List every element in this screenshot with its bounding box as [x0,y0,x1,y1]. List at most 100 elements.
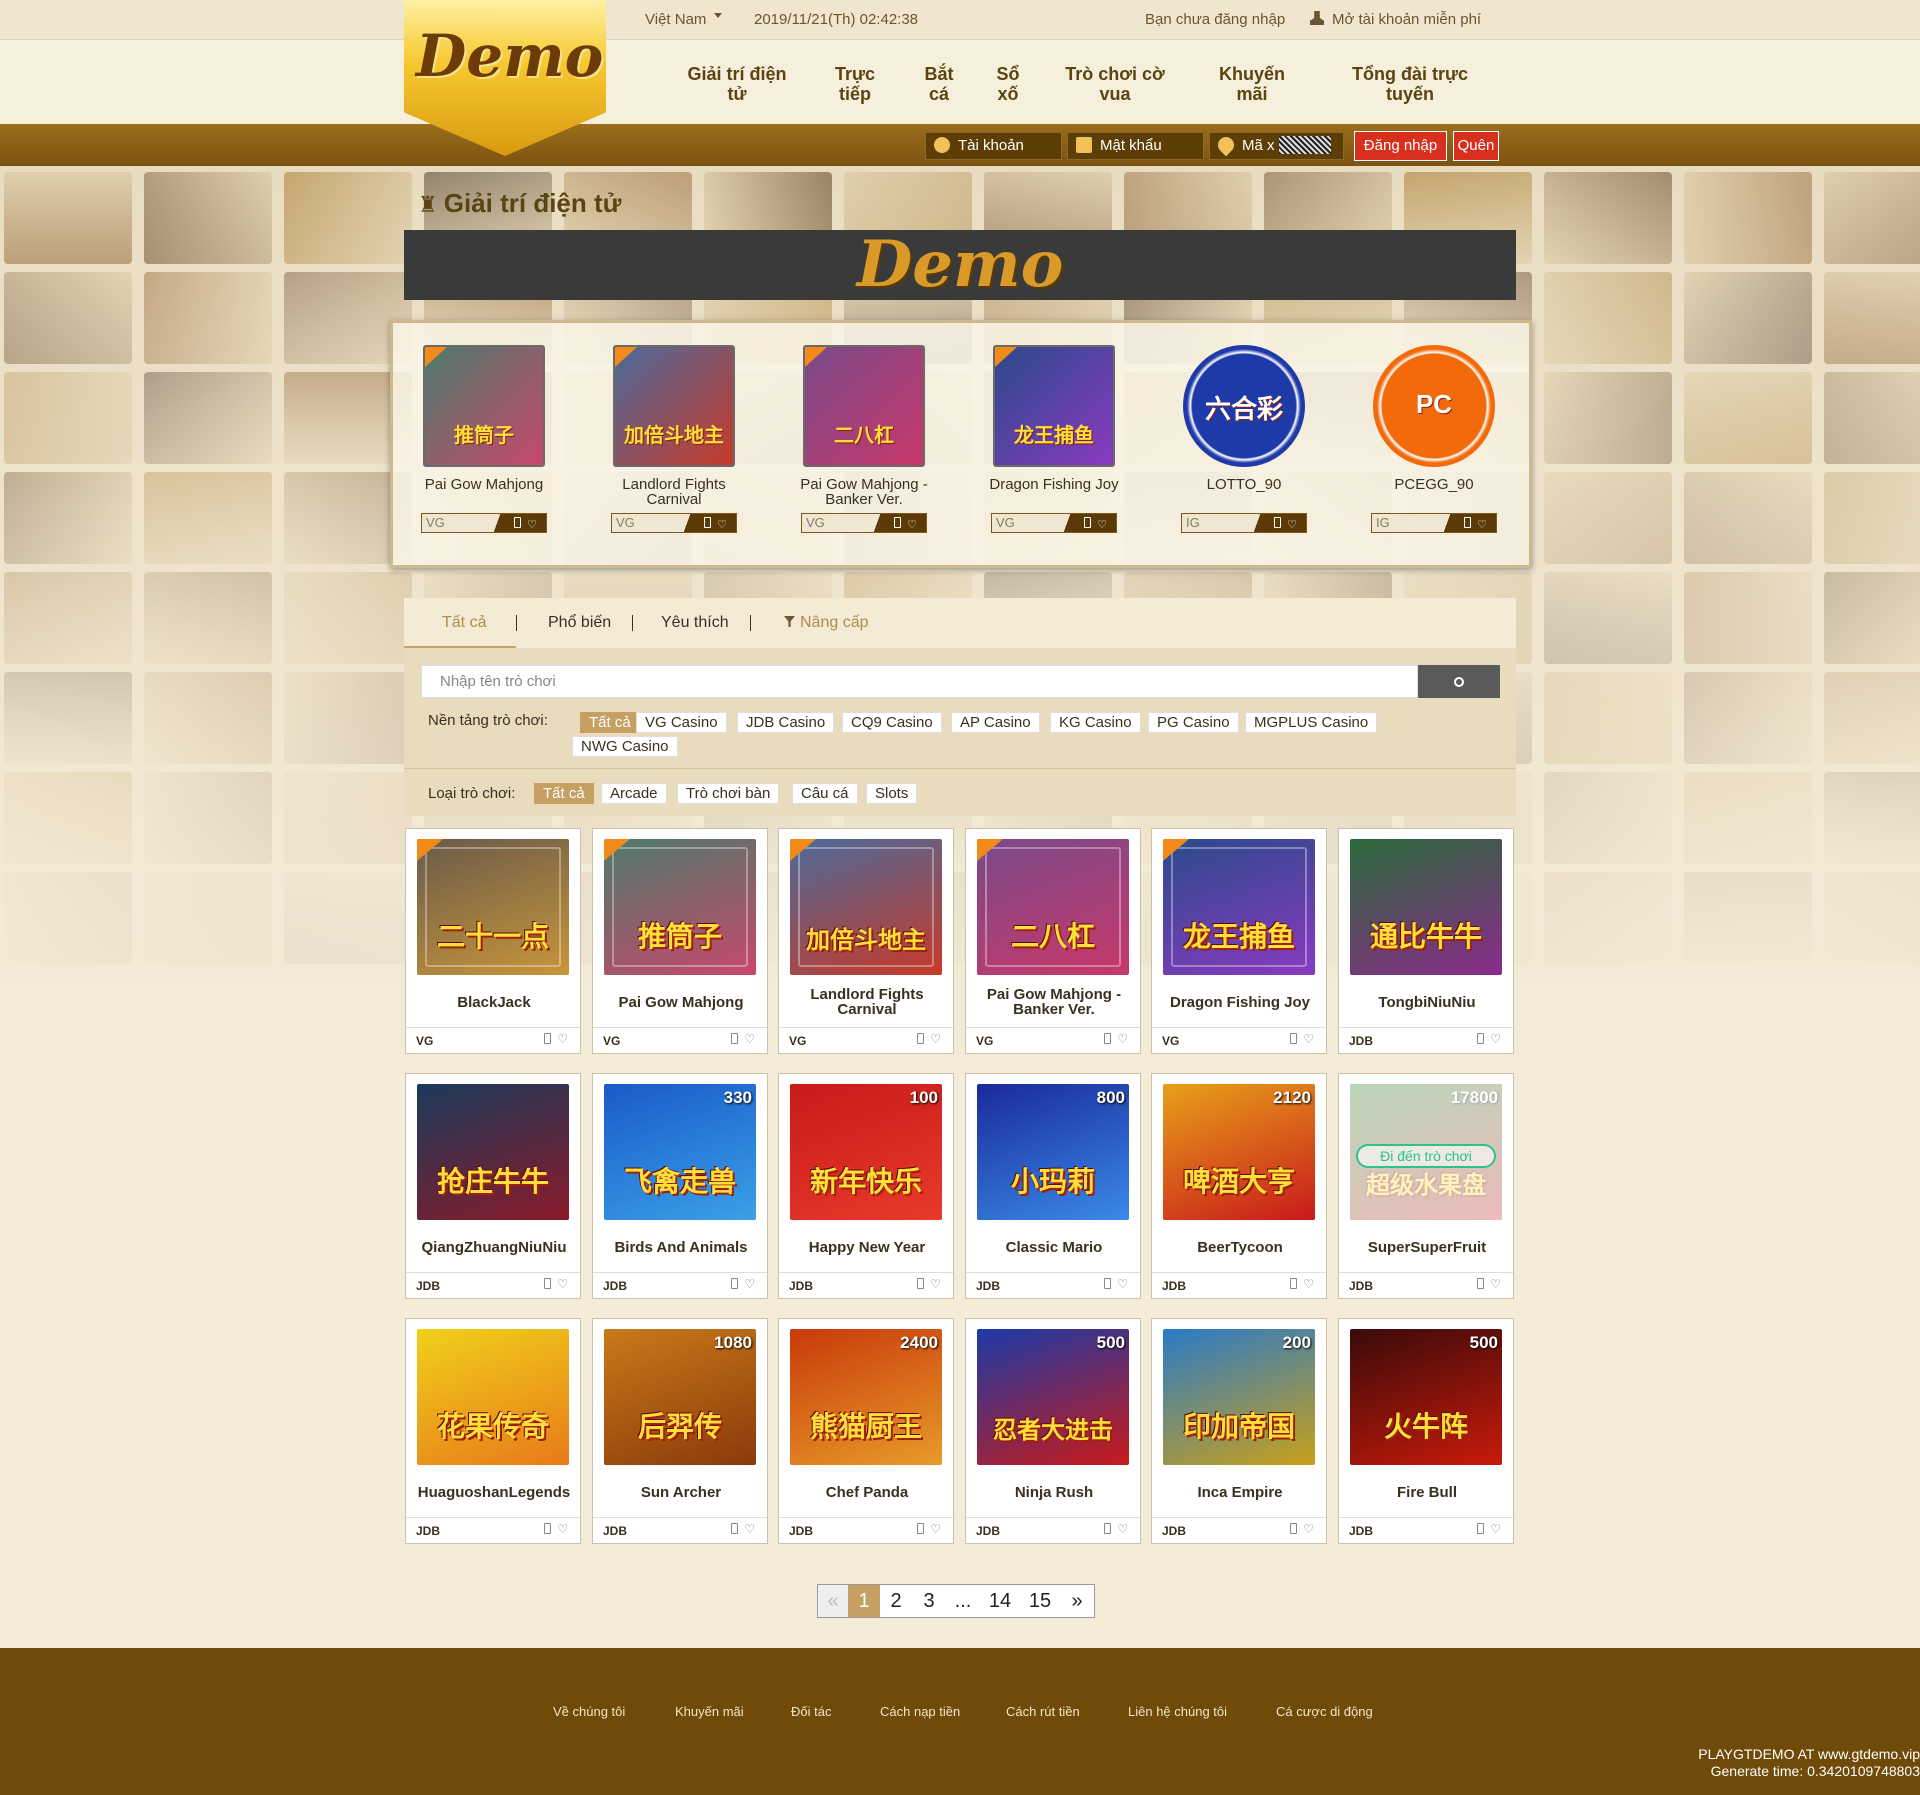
mobile-icon[interactable] [731,1278,739,1289]
heart-icon[interactable]: ♡ [557,1032,572,1046]
heart-icon[interactable]: ♡ [1303,1032,1318,1046]
featured-game[interactable]: 加倍斗地主 Landlord Fights Carnival VG ♡ [599,345,749,533]
game-card[interactable]: 通比牛牛 TongbiNiuNiu JDB ♡ [1338,828,1514,1054]
mobile-icon[interactable] [1084,517,1092,528]
mobile-icon[interactable] [917,1033,925,1044]
heart-icon[interactable]: ♡ [744,1522,759,1536]
nav-item-promotions[interactable]: Khuyến mãi [1214,64,1290,104]
page-link[interactable]: 3 [912,1585,946,1617]
featured-game[interactable]: 六合彩 LOTTO_90 IG ♡ [1169,345,1319,533]
nav-item-lottery[interactable]: Sổ xố [990,64,1026,104]
game-card[interactable]: 二十一点 BlackJack VG ♡ [405,828,581,1054]
type-chip[interactable]: Slots [866,783,918,804]
prev-page[interactable]: « [818,1585,848,1617]
mobile-icon[interactable] [704,517,712,528]
footer-link[interactable]: Cách nạp tiền [880,1704,960,1719]
heart-icon[interactable]: ♡ [744,1277,759,1291]
game-thumbnail[interactable]: 忍者大进击 500 [977,1329,1129,1465]
platform-chip[interactable]: NWG Casino [572,736,678,757]
page-link[interactable]: 14 [980,1585,1020,1617]
tab-upgrade[interactable]: Nâng cấp [784,614,869,632]
mobile-icon[interactable] [731,1033,739,1044]
type-chip[interactable]: Arcade [601,783,667,804]
game-thumbnail[interactable]: 通比牛牛 [1350,839,1502,975]
nav-item-support[interactable]: Tổng đài trực tuyến [1340,64,1480,104]
platform-chip[interactable]: AP Casino [951,712,1040,733]
mobile-icon[interactable] [1290,1278,1298,1289]
platform-chip[interactable]: PG Casino [1148,712,1239,733]
mobile-icon[interactable] [1104,1278,1112,1289]
game-thumbnail[interactable]: 新年快乐 100 [790,1084,942,1220]
game-thumbnail[interactable]: 六合彩 [1183,345,1305,467]
platform-chip[interactable]: VG Casino [636,712,727,733]
game-card[interactable]: 熊猫厨王 2400 Chef Panda JDB ♡ [778,1318,954,1544]
game-thumbnail[interactable]: 超级水果盘17800Đi đến trò chơi [1350,1084,1502,1220]
game-card[interactable]: 飞禽走兽 330 Birds And Animals JDB ♡ [592,1073,768,1299]
game-card[interactable]: 新年快乐 100 Happy New Year JDB ♡ [778,1073,954,1299]
captcha-image[interactable] [1278,136,1331,154]
footer-link[interactable]: Cá cược di động [1276,1704,1373,1719]
mobile-icon[interactable] [544,1033,552,1044]
mobile-icon[interactable] [544,1278,552,1289]
mobile-icon[interactable] [1290,1033,1298,1044]
heart-icon[interactable]: ♡ [1303,1522,1318,1536]
mobile-icon[interactable] [731,1523,739,1534]
heart-icon[interactable]: ♡ [930,1277,945,1291]
game-card[interactable]: 印加帝国 200 Inca Empire JDB ♡ [1151,1318,1327,1544]
game-thumbnail[interactable]: 加倍斗地主 [613,345,735,467]
mobile-icon[interactable] [917,1523,925,1534]
register-link[interactable]: Mở tài khoản miễn phí [1310,11,1481,28]
game-thumbnail[interactable]: 后羿传 1080 [604,1329,756,1465]
mobile-icon[interactable] [1477,1278,1485,1289]
game-thumbnail[interactable]: 推筒子 [604,839,756,975]
type-chip[interactable]: Tất cả [534,783,594,804]
mobile-icon[interactable] [1104,1523,1112,1534]
heart-icon[interactable]: ♡ [1490,1522,1505,1536]
mobile-icon[interactable] [514,517,522,528]
game-card[interactable]: 后羿传 1080 Sun Archer JDB ♡ [592,1318,768,1544]
password-field[interactable]: Mật khẩu [1067,132,1204,160]
featured-game[interactable]: 龙王捕鱼 Dragon Fishing Joy VG ♡ [979,345,1129,533]
game-thumbnail[interactable]: 龙王捕鱼 [993,345,1115,467]
heart-icon[interactable]: ♡ [744,1032,759,1046]
game-card[interactable]: 花果传奇 HuaguoshanLegends JDB ♡ [405,1318,581,1544]
game-thumbnail[interactable]: 二十一点 [417,839,569,975]
footer-link[interactable]: Cách rút tiền [1006,1704,1080,1719]
game-card[interactable]: 龙王捕鱼 Dragon Fishing Joy VG ♡ [1151,828,1327,1054]
footer-link[interactable]: Khuyến mãi [675,1704,744,1719]
game-thumbnail[interactable]: 龙王捕鱼 [1163,839,1315,975]
mobile-icon[interactable] [1464,517,1472,528]
game-thumbnail[interactable]: 花果传奇 [417,1329,569,1465]
heart-icon[interactable]: ♡ [557,1277,572,1291]
heart-icon[interactable]: ♡ [930,1032,945,1046]
heart-icon[interactable]: ♡ [1477,519,1490,531]
game-thumbnail[interactable]: 二八杠 [803,345,925,467]
nav-item-electronic[interactable]: Giải trí điện tử [684,64,790,104]
nav-item-chess[interactable]: Trò chơi cờ vua [1064,64,1166,104]
game-thumbnail[interactable]: 推筒子 [423,345,545,467]
platform-chip[interactable]: KG Casino [1050,712,1141,733]
nav-item-live[interactable]: Trực tiếp [830,64,880,104]
game-thumbnail[interactable]: 火牛阵 500 [1350,1329,1502,1465]
game-card[interactable]: 超级水果盘17800Đi đến trò chơi SuperSuperFruit… [1338,1073,1514,1299]
page-link[interactable]: 15 [1020,1585,1060,1617]
game-card[interactable]: 忍者大进击 500 Ninja Rush JDB ♡ [965,1318,1141,1544]
heart-icon[interactable]: ♡ [1490,1277,1505,1291]
game-card[interactable]: 推筒子 Pai Gow Mahjong VG ♡ [592,828,768,1054]
heart-icon[interactable]: ♡ [1303,1277,1318,1291]
mobile-icon[interactable] [1477,1523,1485,1534]
next-page[interactable]: » [1060,1585,1094,1617]
tab-popular[interactable]: Phổ biến [548,614,611,632]
platform-chip[interactable]: Tất cả [580,712,640,733]
game-card[interactable]: 小玛莉 800 Classic Mario JDB ♡ [965,1073,1141,1299]
heart-icon[interactable]: ♡ [1117,1522,1132,1536]
platform-chip[interactable]: MGPLUS Casino [1245,712,1378,733]
game-thumbnail[interactable]: 小玛莉 800 [977,1084,1129,1220]
heart-icon[interactable]: ♡ [527,519,540,531]
captcha-field[interactable]: Mã x [1209,132,1344,160]
heart-icon[interactable]: ♡ [907,519,920,531]
game-thumbnail[interactable]: 抢庄牛牛 [417,1084,569,1220]
platform-chip[interactable]: JDB Casino [737,712,835,733]
page-link[interactable]: 1 [848,1585,880,1617]
nav-item-fishing[interactable]: Bắt cá [916,64,962,104]
